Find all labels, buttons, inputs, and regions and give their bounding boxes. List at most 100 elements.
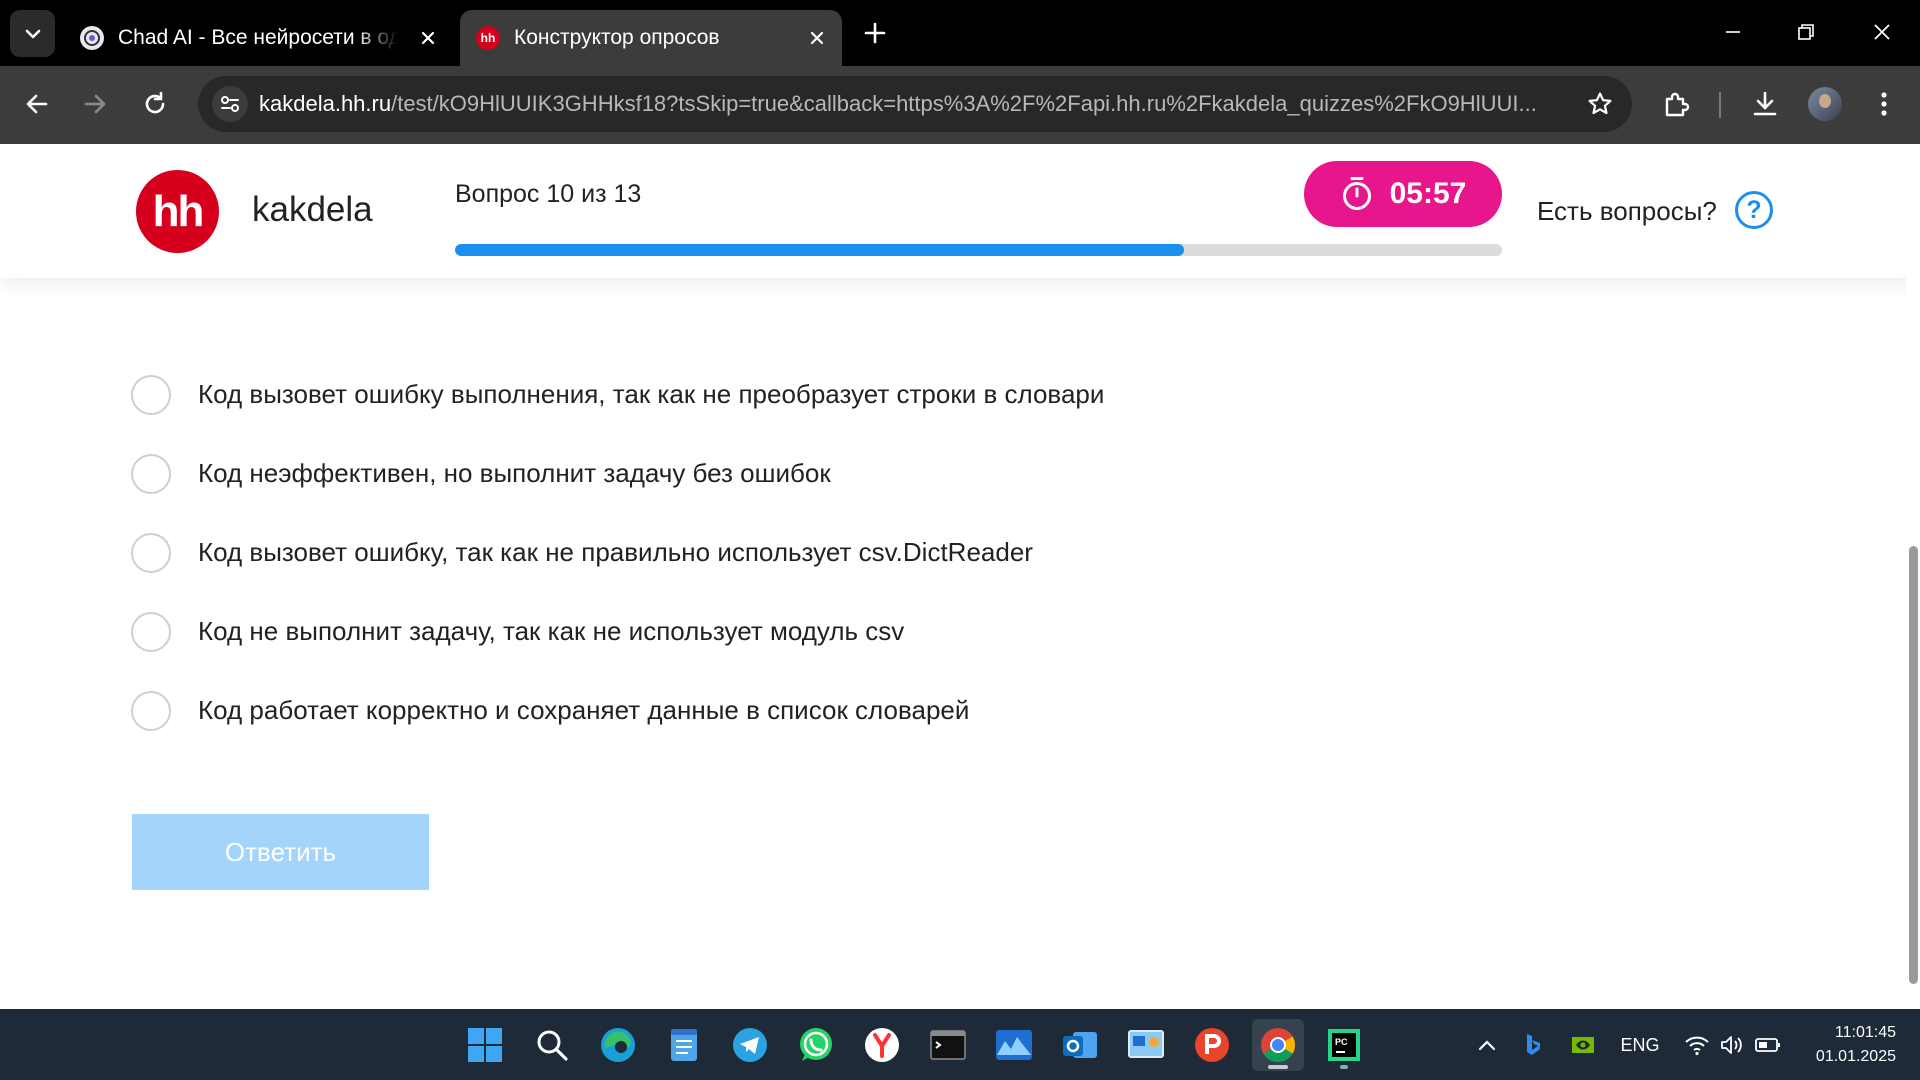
- show-hidden-icons-button[interactable]: [1472, 1029, 1502, 1061]
- chrome-icon: [1261, 1028, 1295, 1062]
- clock-date: 01.01.2025: [1815, 1048, 1896, 1065]
- url-text[interactable]: kakdela.hh.ru/test/kO9HlUUIK3GHHksf18?ts…: [259, 91, 1569, 117]
- windows-taskbar: PC ENG 11:01:45 01.01.2025: [0, 1009, 1920, 1080]
- reload-button[interactable]: [134, 83, 176, 125]
- tab-survey-builder[interactable]: hh Конструктор опросов: [460, 10, 842, 66]
- browser-menu-button[interactable]: [1863, 83, 1905, 125]
- submit-answer-button[interactable]: Ответить: [132, 814, 429, 890]
- tray-nvidia[interactable]: [1568, 1029, 1598, 1061]
- taskbar-edge[interactable]: [592, 1019, 644, 1071]
- whatsapp-icon: [800, 1028, 832, 1061]
- chevron-down-icon: [25, 29, 40, 38]
- progress-bar: [455, 244, 1502, 256]
- taskbar-control-panel[interactable]: [1120, 1019, 1172, 1071]
- notepad-icon: [671, 1029, 697, 1061]
- question-counter: Вопрос 10 из 13: [455, 180, 642, 208]
- radio-button[interactable]: [131, 453, 171, 494]
- running-indicator: [1268, 1065, 1288, 1069]
- close-icon[interactable]: [417, 27, 439, 49]
- taskbar-outlook[interactable]: [1054, 1019, 1106, 1071]
- search-icon: [537, 1030, 568, 1061]
- question-circle-icon[interactable]: ?: [1735, 191, 1773, 229]
- start-button[interactable]: [459, 1019, 511, 1071]
- chad-ai-icon: [80, 26, 104, 50]
- answer-option[interactable]: Код работает корректно и сохраняет данны…: [131, 671, 1104, 750]
- taskbar-pycharm[interactable]: PC: [1318, 1019, 1370, 1071]
- minimize-button[interactable]: [1713, 12, 1753, 52]
- taskbar-terminal[interactable]: [922, 1019, 974, 1071]
- taskbar-telegram[interactable]: [724, 1019, 776, 1071]
- hh-icon: hh: [476, 26, 500, 50]
- close-icon[interactable]: [806, 27, 828, 49]
- plus-icon: [864, 22, 886, 44]
- answer-options: Код вызовет ошибку выполнения, так как н…: [131, 355, 1104, 750]
- taskbar-chrome[interactable]: [1252, 1019, 1304, 1071]
- radio-button[interactable]: [131, 532, 171, 573]
- tab-search-button[interactable]: [10, 10, 55, 57]
- download-icon: [1753, 91, 1777, 116]
- yandex-browser-icon: [865, 1028, 899, 1062]
- answer-option[interactable]: Код вызовет ошибку, так как не правильно…: [131, 513, 1104, 592]
- control-panel-icon: [1128, 1030, 1164, 1058]
- system-clock[interactable]: 11:01:45 01.01.2025: [1800, 1021, 1896, 1069]
- tab-title: Конструктор опросов: [514, 26, 720, 49]
- puzzle-icon: [1665, 92, 1690, 117]
- tab-chad-ai[interactable]: Chad AI - Все нейросети в одном: [64, 10, 453, 66]
- volume-icon[interactable]: [1716, 1029, 1748, 1061]
- progress-fill: [455, 244, 1184, 256]
- screen: Chad AI - Все нейросети в одном hh Конст…: [0, 0, 1920, 1080]
- clock-time: 11:01:45: [1834, 1024, 1896, 1041]
- option-label[interactable]: Код вызовет ошибку выполнения, так как н…: [198, 379, 1104, 410]
- pycharm-icon: PC: [1328, 1029, 1360, 1061]
- forward-button[interactable]: [74, 83, 116, 125]
- taskbar-pycharm-edu[interactable]: [1186, 1019, 1238, 1071]
- taskbar-notepad[interactable]: [658, 1019, 710, 1071]
- hh-logo[interactable]: hh: [136, 170, 219, 253]
- answer-option[interactable]: Код вызовет ошибку выполнения, так как н…: [131, 355, 1104, 434]
- page-scrollbar[interactable]: [1906, 144, 1920, 1009]
- outlook-icon: [1063, 1032, 1097, 1058]
- restore-button[interactable]: [1786, 12, 1826, 52]
- extensions-button[interactable]: [1655, 83, 1697, 125]
- restore-icon: [1798, 24, 1814, 40]
- taskbar-whatsapp[interactable]: [790, 1019, 842, 1071]
- taskbar-yandex-browser[interactable]: [856, 1019, 908, 1071]
- taskbar-search-button[interactable]: [526, 1019, 578, 1071]
- new-tab-button[interactable]: [860, 18, 890, 48]
- wifi-icon[interactable]: [1681, 1029, 1713, 1061]
- option-label[interactable]: Код не выполнит задачу, так как не испол…: [198, 616, 904, 647]
- site-info-icon[interactable]: [212, 86, 248, 122]
- photos-icon: [996, 1030, 1032, 1060]
- battery-icon[interactable]: [1752, 1029, 1784, 1061]
- downloads-button[interactable]: [1744, 83, 1786, 125]
- radio-button[interactable]: [131, 374, 171, 415]
- svg-text:PC: PC: [1335, 1037, 1348, 1047]
- close-window-button[interactable]: [1862, 12, 1902, 52]
- hh-favicon-text: hh: [480, 31, 496, 45]
- nvidia-icon: [1572, 1037, 1594, 1053]
- radio-button[interactable]: [131, 690, 171, 731]
- option-label[interactable]: Код неэффективен, но выполнит задачу без…: [198, 458, 831, 489]
- input-language-indicator[interactable]: ENG: [1616, 1029, 1664, 1061]
- answer-option[interactable]: Код не выполнит задачу, так как не испол…: [131, 592, 1104, 671]
- scrollbar-thumb[interactable]: [1909, 546, 1918, 984]
- avatar[interactable]: [1808, 87, 1842, 121]
- address-bar[interactable]: kakdela.hh.ru/test/kO9HlUUIK3GHHksf18?ts…: [198, 76, 1632, 132]
- answer-option[interactable]: Код неэффективен, но выполнит задачу без…: [131, 434, 1104, 513]
- toolbar-divider: [1719, 92, 1721, 118]
- arrow-left-icon: [26, 94, 48, 114]
- back-button[interactable]: [16, 83, 58, 125]
- chevron-up-icon: [1478, 1040, 1496, 1051]
- option-label[interactable]: Код работает корректно и сохраняет данны…: [198, 695, 969, 726]
- edge-icon: [601, 1028, 635, 1062]
- brand-name: kakdela: [252, 190, 373, 229]
- taskbar-photos[interactable]: [988, 1019, 1040, 1071]
- radio-button[interactable]: [131, 611, 171, 652]
- option-label[interactable]: Код вызовет ошибку, так как не правильно…: [198, 537, 1033, 568]
- tab-title: Chad AI - Все нейросети в одном: [118, 26, 398, 49]
- bookmark-star-icon[interactable]: [1586, 90, 1614, 118]
- minimize-icon: [1726, 31, 1740, 33]
- tray-bing[interactable]: [1518, 1029, 1548, 1061]
- help-link[interactable]: Есть вопросы?: [1537, 196, 1717, 227]
- url-host: kakdela.hh.ru: [259, 91, 392, 116]
